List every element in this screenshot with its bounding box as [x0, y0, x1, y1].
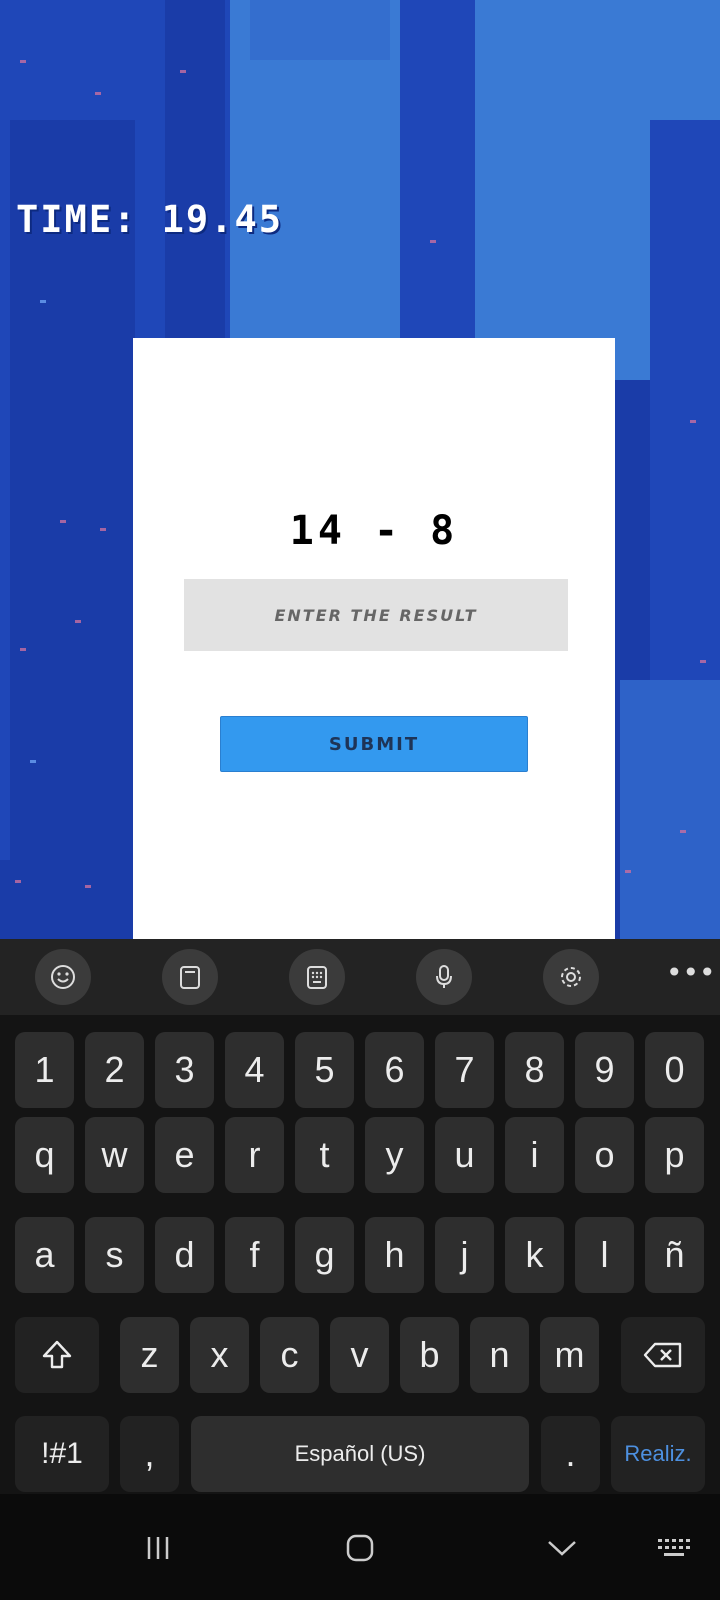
home-button[interactable] [330, 1524, 390, 1572]
window-light [700, 660, 706, 663]
key-f[interactable]: f [225, 1217, 284, 1293]
key-c[interactable]: c [260, 1317, 319, 1393]
key-g[interactable]: g [295, 1217, 354, 1293]
key-s[interactable]: s [85, 1217, 144, 1293]
key-q[interactable]: q [15, 1117, 74, 1193]
keypad-icon [307, 966, 327, 989]
answer-input[interactable] [184, 579, 568, 651]
more-icon: ••• [666, 956, 716, 989]
equation: 14 - 8 [289, 508, 459, 554]
key-3[interactable]: 3 [155, 1032, 214, 1108]
window-light [625, 870, 631, 873]
key-t[interactable]: t [295, 1117, 354, 1193]
key-b[interactable]: b [400, 1317, 459, 1393]
key-z[interactable]: z [120, 1317, 179, 1393]
key-9[interactable]: 9 [575, 1032, 634, 1108]
key-e[interactable]: e [155, 1117, 214, 1193]
period-key[interactable]: . [541, 1416, 600, 1492]
window-light [180, 70, 186, 73]
window-light [430, 240, 436, 243]
window-light [20, 60, 26, 63]
timer: TIME: 19.45 [16, 198, 284, 241]
key-d[interactable]: d [155, 1217, 214, 1293]
building [0, 860, 133, 939]
window-light [30, 760, 36, 763]
building [165, 0, 225, 340]
back-icon [548, 1541, 576, 1556]
key-o[interactable]: o [575, 1117, 634, 1193]
window-light [20, 648, 26, 651]
key-1[interactable]: 1 [15, 1032, 74, 1108]
key-a[interactable]: a [15, 1217, 74, 1293]
key-5[interactable]: 5 [295, 1032, 354, 1108]
done-key[interactable]: Realiz. [611, 1416, 705, 1492]
home-icon [346, 1534, 374, 1562]
key-r[interactable]: r [225, 1117, 284, 1193]
building [10, 120, 135, 939]
backspace-icon [643, 1342, 682, 1368]
key-u[interactable]: u [435, 1117, 494, 1193]
window-light [40, 300, 46, 303]
building [620, 680, 720, 939]
settings-button[interactable] [543, 949, 599, 1005]
key-y[interactable]: y [365, 1117, 424, 1193]
game-background: TIME: 19.45 14 - 8 SUBMIT [0, 0, 720, 939]
window-light [75, 620, 81, 623]
key-x[interactable]: x [190, 1317, 249, 1393]
window-light [100, 528, 106, 531]
clipboard-button[interactable] [162, 949, 218, 1005]
comma-key[interactable]: , [120, 1416, 179, 1492]
window-light [680, 830, 686, 833]
settings-icon [561, 967, 581, 987]
key-m[interactable]: m [540, 1317, 599, 1393]
key-l[interactable]: l [575, 1217, 634, 1293]
keyboard-switch-icon [658, 1539, 690, 1556]
recent-apps-button[interactable] [128, 1524, 188, 1572]
window-light [690, 420, 696, 423]
key-h[interactable]: h [365, 1217, 424, 1293]
key-7[interactable]: 7 [435, 1032, 494, 1108]
building [400, 0, 475, 340]
space-key[interactable]: Español (US) [191, 1416, 529, 1492]
keypad-button[interactable] [289, 949, 345, 1005]
back-button[interactable] [532, 1524, 592, 1572]
recent-apps-icon [147, 1537, 169, 1559]
shift-icon [42, 1340, 72, 1369]
key-w[interactable]: w [85, 1117, 144, 1193]
window-light [60, 520, 66, 523]
building [250, 0, 390, 60]
shift-key[interactable] [15, 1317, 99, 1393]
key-8[interactable]: 8 [505, 1032, 564, 1108]
emoji-icon [51, 965, 75, 989]
clipboard-icon [180, 966, 200, 989]
key-6[interactable]: 6 [365, 1032, 424, 1108]
backspace-key[interactable] [621, 1317, 705, 1393]
voice-input-button[interactable] [416, 949, 472, 1005]
key-k[interactable]: k [505, 1217, 564, 1293]
key-2[interactable]: 2 [85, 1032, 144, 1108]
key-p[interactable]: p [645, 1117, 704, 1193]
more-options-button[interactable]: ••• [666, 959, 716, 995]
keyboard-switch-button[interactable] [644, 1524, 704, 1572]
navigation-bar [0, 1494, 720, 1600]
window-light [15, 880, 21, 883]
key-j[interactable]: j [435, 1217, 494, 1293]
key-4[interactable]: 4 [225, 1032, 284, 1108]
keyboard-toolbar: ••• [0, 939, 720, 1015]
key-v[interactable]: v [330, 1317, 389, 1393]
window-light [85, 885, 91, 888]
submit-button[interactable]: SUBMIT [220, 716, 528, 772]
symbols-key[interactable]: !#1 [15, 1416, 109, 1492]
microphone-icon [436, 965, 452, 988]
window-light [95, 92, 101, 95]
key-n[interactable]: n [470, 1317, 529, 1393]
key-ñ[interactable]: ñ [645, 1217, 704, 1293]
question-card: 14 - 8 SUBMIT [133, 338, 615, 939]
key-i[interactable]: i [505, 1117, 564, 1193]
key-0[interactable]: 0 [645, 1032, 704, 1108]
emoji-button[interactable] [35, 949, 91, 1005]
